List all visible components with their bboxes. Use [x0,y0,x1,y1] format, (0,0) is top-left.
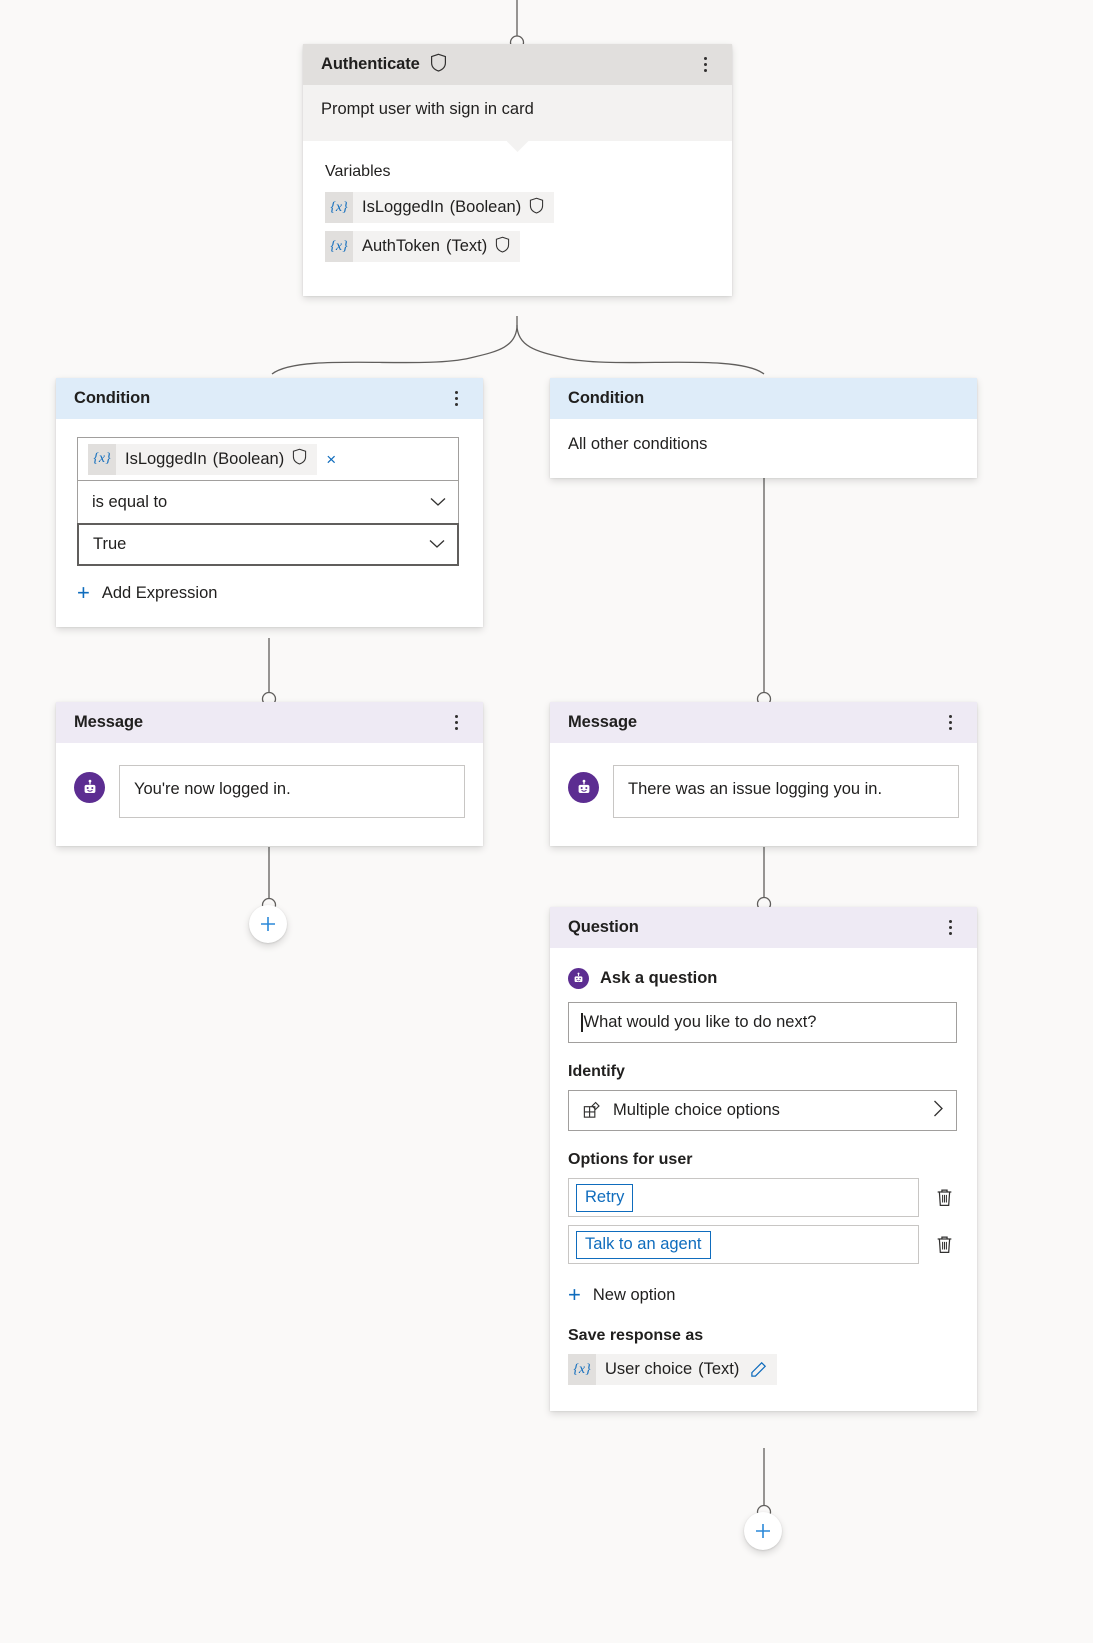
node-question[interactable]: Question Ask a question What would you l… [550,907,977,1411]
bot-avatar-icon [74,772,105,803]
message-body: You're now logged in. [56,743,483,846]
node-message-failure[interactable]: Message There was an issue logging you i… [550,702,977,846]
variable-chip-user-choice[interactable]: {x} User choice (Text) [568,1354,778,1385]
options-for-user-label: Options for user [568,1151,693,1168]
message-body: There was an issue logging you in. [550,743,977,846]
ask-a-question-label: Ask a question [600,969,718,987]
variable-chip-isloggedin[interactable]: {x} IsLoggedIn (Boolean) [88,443,318,475]
variables-label: Variables [325,163,391,180]
variables-section: Variables {x} IsLoggedIn (Boolean) {x} A… [303,141,732,296]
node-header: Condition [56,378,483,419]
message-text-input[interactable]: There was an issue logging you in. [613,765,959,818]
question-text-value: What would you like to do next? [583,1013,817,1031]
question-text-input[interactable]: What would you like to do next? [568,1002,957,1043]
identify-label: Identify [568,1063,625,1080]
node-header: Authenticate [303,44,732,85]
remove-variable-button[interactable]: × [326,451,336,468]
plus-icon: + [568,1282,581,1307]
node-message-success[interactable]: Message You're now logged in. [56,702,483,846]
variable-chip-isloggedin[interactable]: {x} IsLoggedIn (Boolean) [325,192,555,223]
node-authenticate[interactable]: Authenticate Prompt user with sign in ca… [303,44,732,296]
save-response-as-label: Save response as [568,1327,704,1344]
identify-select[interactable]: Multiple choice options [568,1090,957,1131]
condition-else-text: All other conditions [568,435,708,453]
expression-token-icon: {x} [325,192,353,223]
condition-value: True [93,535,127,553]
expression-token-icon: {x} [568,1354,596,1385]
option-input[interactable]: Talk to an agent [568,1225,919,1264]
chevron-down-icon [429,535,445,554]
variable-type: (Text) [445,237,488,255]
option-chip[interactable]: Retry [576,1183,634,1212]
variable-name: User choice [605,1360,693,1378]
text-caret [581,1013,583,1032]
node-title: Message [74,713,144,731]
node-menu-button[interactable] [692,52,718,78]
new-option-label: New option [592,1285,676,1304]
bot-avatar-icon [568,968,589,989]
node-condition-true[interactable]: Condition {x} IsLoggedIn (Boolean) × is … [56,378,483,627]
multiple-choice-icon [582,1101,601,1120]
add-expression-button[interactable]: + Add Expression [77,582,217,604]
condition-operator-dropdown[interactable]: is equal to [78,481,458,524]
node-header: Condition [550,378,977,419]
expression-token-icon: {x} [88,443,116,475]
expression-token-icon: {x} [325,231,353,262]
shield-icon [430,53,447,77]
node-menu-button[interactable] [443,386,469,412]
node-title: Condition [568,389,645,407]
variable-name: AuthToken [362,237,440,255]
message-text-input[interactable]: You're now logged in. [119,765,465,818]
variable-name: IsLoggedIn [362,198,444,216]
expression-group: {x} IsLoggedIn (Boolean) × is equal to T… [77,437,459,566]
node-title: Condition [74,389,151,407]
condition-value-dropdown[interactable]: True [77,523,459,566]
identify-value: Multiple choice options [613,1101,780,1119]
option-row: Retry [568,1178,957,1217]
shield-icon [495,236,510,258]
condition-body: {x} IsLoggedIn (Boolean) × is equal to T… [56,419,483,627]
pencil-icon[interactable] [750,1361,767,1378]
node-title: Question [568,918,639,936]
question-body: Ask a question What would you like to do… [550,948,977,1411]
condition-variable-row[interactable]: {x} IsLoggedIn (Boolean) × [78,438,458,481]
node-title: Authenticate [321,55,420,73]
add-expression-label: Add Expression [101,583,218,602]
plus-icon: + [77,580,90,605]
shield-icon [292,448,307,470]
variable-type: (Boolean) [449,198,522,216]
variable-chip-authtoken[interactable]: {x} AuthToken (Text) [325,231,521,262]
node-header: Message [56,702,483,743]
node-menu-button[interactable] [937,915,963,941]
bot-avatar-icon [568,772,599,803]
option-chip[interactable]: Talk to an agent [576,1230,711,1259]
chevron-right-icon [933,1100,944,1122]
node-menu-button[interactable] [937,710,963,736]
node-condition-else[interactable]: Condition All other conditions [550,378,977,478]
node-title: Message [568,713,638,731]
plus-icon [261,917,275,931]
new-option-button[interactable]: + New option [568,1284,675,1306]
save-response-row: {x} User choice (Text) [568,1354,957,1385]
node-menu-button[interactable] [443,710,469,736]
trash-icon[interactable] [931,1230,957,1260]
shield-icon [529,197,544,219]
variable-type: (Text) [698,1360,740,1378]
chevron-down-icon [430,493,446,512]
plus-icon [756,1524,770,1538]
node-header: Question [550,907,977,948]
option-input[interactable]: Retry [568,1178,919,1217]
add-node-button[interactable] [249,905,287,943]
condition-operator-value: is equal to [92,493,168,511]
ask-a-question-section: Ask a question [568,968,957,989]
trash-icon[interactable] [931,1183,957,1213]
variable-name: IsLoggedIn [125,449,207,468]
option-row: Talk to an agent [568,1225,957,1264]
node-header: Message [550,702,977,743]
variable-type: (Boolean) [212,449,285,468]
add-node-button[interactable] [744,1512,782,1550]
node-subtitle: Prompt user with sign in card [303,85,732,141]
